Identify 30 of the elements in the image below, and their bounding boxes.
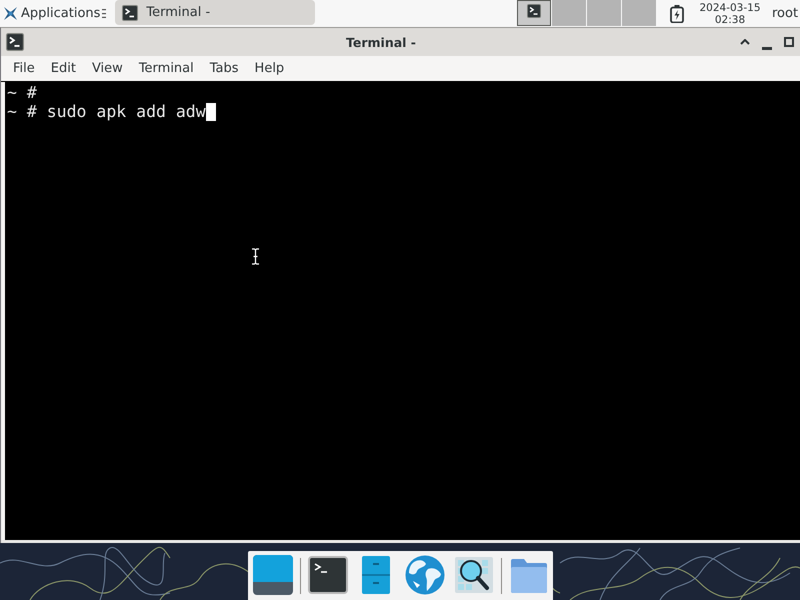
terminal-area[interactable]: ~ # ~ # sudo apk add adw [5,82,800,540]
menu-item[interactable]: Terminal [130,58,202,80]
terminal-icon [527,4,541,18]
terminal-icon [6,33,24,51]
handle-icon [102,9,106,18]
workspace-button[interactable] [517,0,551,26]
search-icon[interactable] [454,555,494,595]
x-logo-icon [3,6,18,21]
menu-item[interactable]: Help [246,58,292,80]
menu-item[interactable]: Tabs [202,58,247,80]
menu-item[interactable]: Edit [42,58,84,80]
clock-date: 2024-03-15 [699,2,761,14]
maximize-icon [784,37,794,47]
terminal-line: ~ # sudo apk add adw [7,102,206,121]
chevron-up-icon [740,39,750,45]
menu-item[interactable]: File [5,58,43,80]
terminal-line: ~ # [7,83,37,102]
menu-item[interactable]: View [84,58,131,80]
globe-icon[interactable] [404,555,446,595]
desktop-icon[interactable] [252,555,292,595]
ibeam-pointer-icon [251,248,260,265]
clock-time: 02:38 [714,14,746,26]
terminal-icon[interactable] [308,555,348,595]
battery-charging-icon[interactable] [670,4,684,22]
window-title: Terminal - [345,34,417,50]
terminal-icon [122,4,138,20]
user-menu-button[interactable]: root [772,6,800,21]
minimize-icon [762,46,772,50]
applications-menu-button[interactable]: Applications [0,0,112,27]
taskbar-button[interactable]: Terminal - [115,0,316,25]
